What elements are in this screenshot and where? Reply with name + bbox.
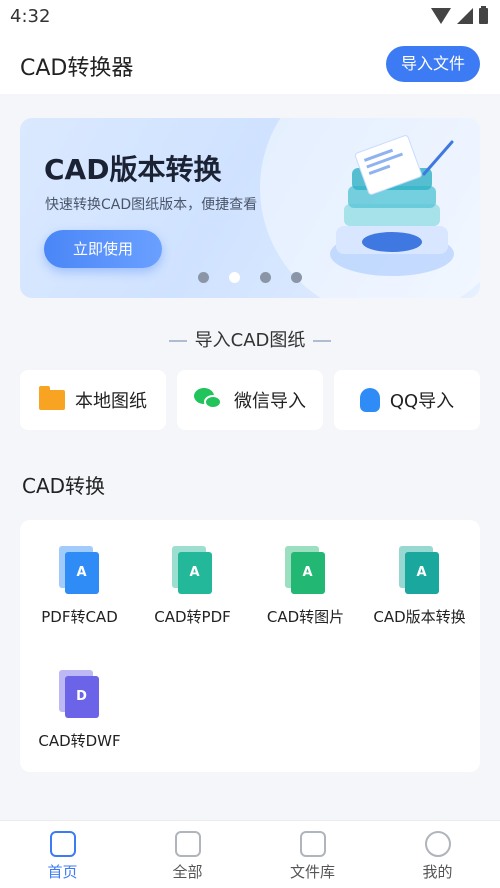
qq-import-button[interactable]: QQ导入 xyxy=(334,370,480,430)
tab-home[interactable]: 首页 xyxy=(0,821,125,888)
qq-import-label: QQ导入 xyxy=(389,391,455,412)
carousel-dots xyxy=(198,272,302,283)
banner-title: CAD版本转换 xyxy=(44,153,222,186)
qq-icon xyxy=(359,388,380,412)
status-time: 4:32 xyxy=(10,6,51,27)
folder-icon xyxy=(39,386,65,410)
divider xyxy=(313,340,332,342)
carousel-dot[interactable] xyxy=(260,272,271,283)
home-icon xyxy=(49,831,76,857)
profile-icon xyxy=(424,831,451,857)
app-title: CAD转换器 xyxy=(20,56,134,81)
tool-label: PDF转CAD xyxy=(41,608,118,626)
tab-all[interactable]: 全部 xyxy=(125,821,250,888)
import-section-label: 导入CAD图纸 xyxy=(194,330,306,351)
tab-label: 文件库 xyxy=(289,863,335,881)
carousel-dot-active[interactable] xyxy=(229,272,240,283)
app-bar: CAD转换器 导入文件 xyxy=(0,34,500,94)
tab-label: 我的 xyxy=(422,863,453,881)
wifi-icon xyxy=(431,8,451,24)
import-file-button[interactable]: 导入文件 xyxy=(386,46,480,82)
tab-profile[interactable]: 我的 xyxy=(375,821,500,888)
file-library-icon xyxy=(299,831,326,857)
cad-to-pdf-icon: A xyxy=(171,546,214,594)
banner-subtitle: 快速转换CAD图纸版本，便捷查看 xyxy=(45,197,258,213)
cad-version-icon: A xyxy=(398,546,441,594)
convert-section-title: CAD转换 xyxy=(22,474,106,498)
grid-icon xyxy=(174,831,201,857)
carousel-dot[interactable] xyxy=(198,272,209,283)
wechat-import-label: 微信导入 xyxy=(234,391,306,412)
divider xyxy=(168,340,187,342)
tool-cad-version-convert[interactable]: A CAD版本转换 xyxy=(362,546,477,627)
pdf-to-cad-icon: A xyxy=(58,546,101,594)
wechat-icon xyxy=(194,388,224,412)
tool-cad-to-pdf[interactable]: A CAD转PDF xyxy=(135,546,250,627)
tab-file-library[interactable]: 文件库 xyxy=(250,821,375,888)
tool-label: CAD转图片 xyxy=(266,608,345,626)
cad-to-image-icon: A xyxy=(284,546,327,594)
wechat-import-button[interactable]: 微信导入 xyxy=(177,370,323,430)
local-drawings-button[interactable]: 本地图纸 xyxy=(20,370,166,430)
bottom-tab-bar: 首页 全部 文件库 我的 xyxy=(0,820,500,888)
convert-tools-card: A PDF转CAD A CAD转PDF A CAD转图片 A CAD版本转换 D… xyxy=(20,520,480,772)
tool-label: CAD转PDF xyxy=(154,608,231,626)
battery-icon xyxy=(479,6,488,24)
status-icons xyxy=(431,6,488,24)
import-section-title: 导入CAD图纸 xyxy=(0,326,500,352)
cad-to-dwf-icon: D xyxy=(58,670,101,718)
tab-label: 全部 xyxy=(172,863,203,881)
status-bar: 4:32 xyxy=(0,0,500,34)
local-drawings-label: 本地图纸 xyxy=(75,391,147,412)
use-now-button[interactable]: 立即使用 xyxy=(44,230,162,268)
tool-cad-to-dwf[interactable]: D CAD转DWF xyxy=(22,670,137,751)
import-source-row: 本地图纸 微信导入 QQ导入 xyxy=(20,370,480,430)
tool-label: CAD版本转换 xyxy=(373,608,466,626)
carousel-dot[interactable] xyxy=(291,272,302,283)
document-stack-illustration-icon xyxy=(330,135,454,276)
promo-banner[interactable]: CAD版本转换 快速转换CAD图纸版本，便捷查看 立即使用 xyxy=(20,118,480,298)
tool-label: CAD转DWF xyxy=(38,732,121,750)
tool-pdf-to-cad[interactable]: A PDF转CAD xyxy=(22,546,137,627)
signal-icon xyxy=(457,8,473,24)
tab-label: 首页 xyxy=(47,863,78,881)
tool-cad-to-image[interactable]: A CAD转图片 xyxy=(248,546,363,627)
